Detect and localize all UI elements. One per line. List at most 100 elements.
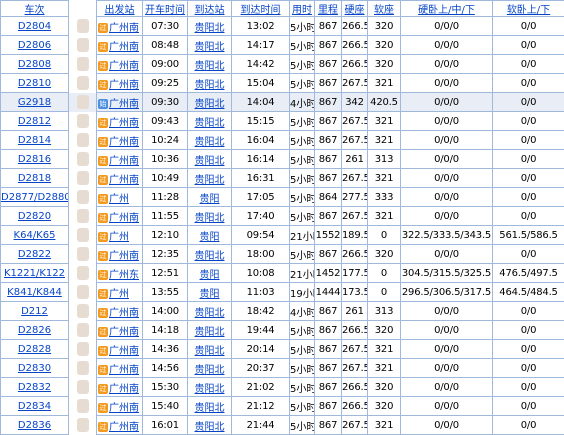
table-row[interactable]: D2810过广州南09:25贵阳北15:045小时39分867267.53210… [1, 74, 564, 93]
train-number-cell[interactable]: D2806 [1, 36, 69, 55]
arrival-station-cell[interactable]: 贵阳北 [188, 340, 232, 359]
departure-station-cell[interactable]: 过广州南 [97, 207, 143, 226]
arrival-station-link[interactable]: 贵阳北 [195, 137, 225, 148]
arrival-station-link[interactable]: 贵阳北 [195, 156, 225, 167]
arrival-station-link[interactable]: 贵阳北 [195, 346, 225, 357]
table-row[interactable]: K1221/K122过广州东12:51贵阳10:0821小时17分1452177… [1, 264, 564, 283]
departure-station-link[interactable]: 广州南 [109, 213, 139, 224]
departure-station-link[interactable]: 广州 [109, 289, 129, 300]
train-number-link[interactable]: D2820 [18, 211, 51, 222]
departure-station-link[interactable]: 广州东 [109, 270, 139, 281]
departure-station-cell[interactable]: 过广州南 [97, 378, 143, 397]
arrival-station-cell[interactable]: 贵阳北 [188, 207, 232, 226]
departure-station-link[interactable]: 广州南 [109, 251, 139, 262]
train-number-link[interactable]: D2836 [18, 420, 51, 431]
table-row[interactable]: D2820过广州南11:55贵阳北17:405小时45分867267.53210… [1, 207, 564, 226]
departure-station-cell[interactable]: 过广州南 [97, 36, 143, 55]
train-number-link[interactable]: D2808 [18, 59, 51, 70]
train-number-cell[interactable]: D2818 [1, 169, 69, 188]
arrival-station-link[interactable]: 贵阳 [200, 194, 220, 205]
table-row[interactable]: D2832过广州南15:30贵阳北21:025小时32分867266.53200… [1, 378, 564, 397]
table-row[interactable]: D2822过广州南12:35贵阳北18:005小时25分867266.53200… [1, 245, 564, 264]
table-row[interactable]: D2804过广州南07:30贵阳北13:025小时32分867266.53200… [1, 17, 564, 36]
table-row[interactable]: K64/K65过广州12:10贵阳09:5421小时44分1552189.503… [1, 226, 564, 245]
train-number-cell[interactable]: K64/K65 [1, 226, 69, 245]
train-number-link[interactable]: K841/K844 [7, 287, 62, 298]
train-number-link[interactable]: D2810 [18, 78, 51, 89]
arrival-station-link[interactable]: 贵阳北 [195, 213, 225, 224]
departure-station-cell[interactable]: 过广州 [97, 283, 143, 302]
arrival-station-cell[interactable]: 贵阳北 [188, 245, 232, 264]
departure-station-cell[interactable]: 过广州南 [97, 17, 143, 36]
arrival-station-cell[interactable]: 贵阳 [188, 226, 232, 245]
train-number-cell[interactable]: D2822 [1, 245, 69, 264]
train-number-cell[interactable]: D2820 [1, 207, 69, 226]
train-number-cell[interactable]: D212 [1, 302, 69, 321]
train-number-cell[interactable]: D2826 [1, 321, 69, 340]
arrival-station-cell[interactable]: 贵阳北 [188, 150, 232, 169]
table-row[interactable]: D2826过广州南14:18贵阳北19:445小时26分867266.53200… [1, 321, 564, 340]
arrival-station-cell[interactable]: 贵阳北 [188, 378, 232, 397]
departure-station-link[interactable]: 广州南 [109, 80, 139, 91]
train-number-link[interactable]: D2818 [18, 173, 51, 184]
arrival-station-link[interactable]: 贵阳北 [195, 61, 225, 72]
arrival-station-link[interactable]: 贵阳北 [195, 42, 225, 53]
train-number-cell[interactable]: K841/K844 [1, 283, 69, 302]
arrival-station-link[interactable]: 贵阳北 [195, 365, 225, 376]
table-row[interactable]: D2834过广州南15:40贵阳北21:125小时32分867266.53200… [1, 397, 564, 416]
table-row[interactable]: K841/K844过广州13:55贵阳11:0319小时48分1444173.5… [1, 283, 564, 302]
arrival-station-link[interactable]: 贵阳北 [195, 23, 225, 34]
header-arrival-time[interactable]: 到达时间 [232, 1, 290, 17]
arrival-station-link[interactable]: 贵阳 [200, 270, 220, 281]
arrival-station-cell[interactable]: 贵阳北 [188, 36, 232, 55]
train-number-link[interactable]: D2804 [18, 21, 51, 32]
departure-station-cell[interactable]: 过广州南 [97, 55, 143, 74]
train-number-link[interactable]: D2832 [18, 382, 51, 393]
arrival-station-link[interactable]: 贵阳 [200, 232, 220, 243]
departure-station-cell[interactable]: 过广州南 [97, 416, 143, 435]
table-row[interactable]: D2812过广州南09:43贵阳北15:155小时32分867267.53210… [1, 112, 564, 131]
header-soft-seat[interactable]: 软座 [368, 1, 401, 17]
departure-station-link[interactable]: 广州南 [109, 42, 139, 53]
departure-station-link[interactable]: 广州南 [109, 308, 139, 319]
arrival-station-link[interactable]: 贵阳北 [195, 80, 225, 91]
departure-station-cell[interactable]: 过广州 [97, 226, 143, 245]
arrival-station-cell[interactable]: 贵阳北 [188, 131, 232, 150]
train-number-link[interactable]: D2806 [18, 40, 51, 51]
train-number-link[interactable]: D2822 [18, 249, 51, 260]
departure-station-link[interactable]: 广州南 [109, 137, 139, 148]
header-hard-sleeper[interactable]: 硬卧上/中/下 [401, 1, 493, 17]
departure-station-link[interactable]: 广州南 [109, 384, 139, 395]
table-row[interactable]: D2806过广州南08:48贵阳北14:175小时29分867266.53200… [1, 36, 564, 55]
table-row[interactable]: D2836过广州南16:01贵阳北21:445小时43分867267.53210… [1, 416, 564, 435]
train-number-cell[interactable]: D2832 [1, 378, 69, 397]
arrival-station-cell[interactable]: 贵阳北 [188, 321, 232, 340]
table-row[interactable]: D2830过广州南14:56贵阳北20:375小时41分867267.53210… [1, 359, 564, 378]
table-row[interactable]: D2877/D2880过广州11:28贵阳17:055小时37分864277.5… [1, 188, 564, 207]
departure-station-cell[interactable]: 过广州 [97, 188, 143, 207]
departure-station-link[interactable]: 广州南 [109, 23, 139, 34]
train-number-cell[interactable]: D2834 [1, 397, 69, 416]
header-soft-sleeper[interactable]: 软卧上/下 [493, 1, 564, 17]
train-number-cell[interactable]: D2812 [1, 112, 69, 131]
train-number-link[interactable]: D2826 [18, 325, 51, 336]
arrival-station-cell[interactable]: 贵阳北 [188, 416, 232, 435]
train-number-cell[interactable]: D2816 [1, 150, 69, 169]
arrival-station-cell[interactable]: 贵阳 [188, 264, 232, 283]
arrival-station-cell[interactable]: 贵阳北 [188, 397, 232, 416]
train-number-link[interactable]: D2834 [18, 401, 51, 412]
train-number-link[interactable]: D2816 [18, 154, 51, 165]
arrival-station-cell[interactable]: 贵阳北 [188, 112, 232, 131]
train-number-cell[interactable]: D2830 [1, 359, 69, 378]
train-number-link[interactable]: K64/K65 [14, 230, 56, 241]
departure-station-cell[interactable]: 过广州南 [97, 169, 143, 188]
departure-station-link[interactable]: 广州南 [109, 346, 139, 357]
departure-station-link[interactable]: 广州南 [109, 422, 139, 433]
departure-station-cell[interactable]: 过广州南 [97, 397, 143, 416]
departure-station-link[interactable]: 广州南 [109, 327, 139, 338]
train-number-link[interactable]: D2830 [18, 363, 51, 374]
table-row[interactable]: D2808过广州南09:00贵阳北14:425小时42分867266.53200… [1, 55, 564, 74]
arrival-station-link[interactable]: 贵阳北 [195, 308, 225, 319]
departure-station-link[interactable]: 广州南 [109, 365, 139, 376]
train-number-link[interactable]: K1221/K122 [4, 268, 65, 279]
